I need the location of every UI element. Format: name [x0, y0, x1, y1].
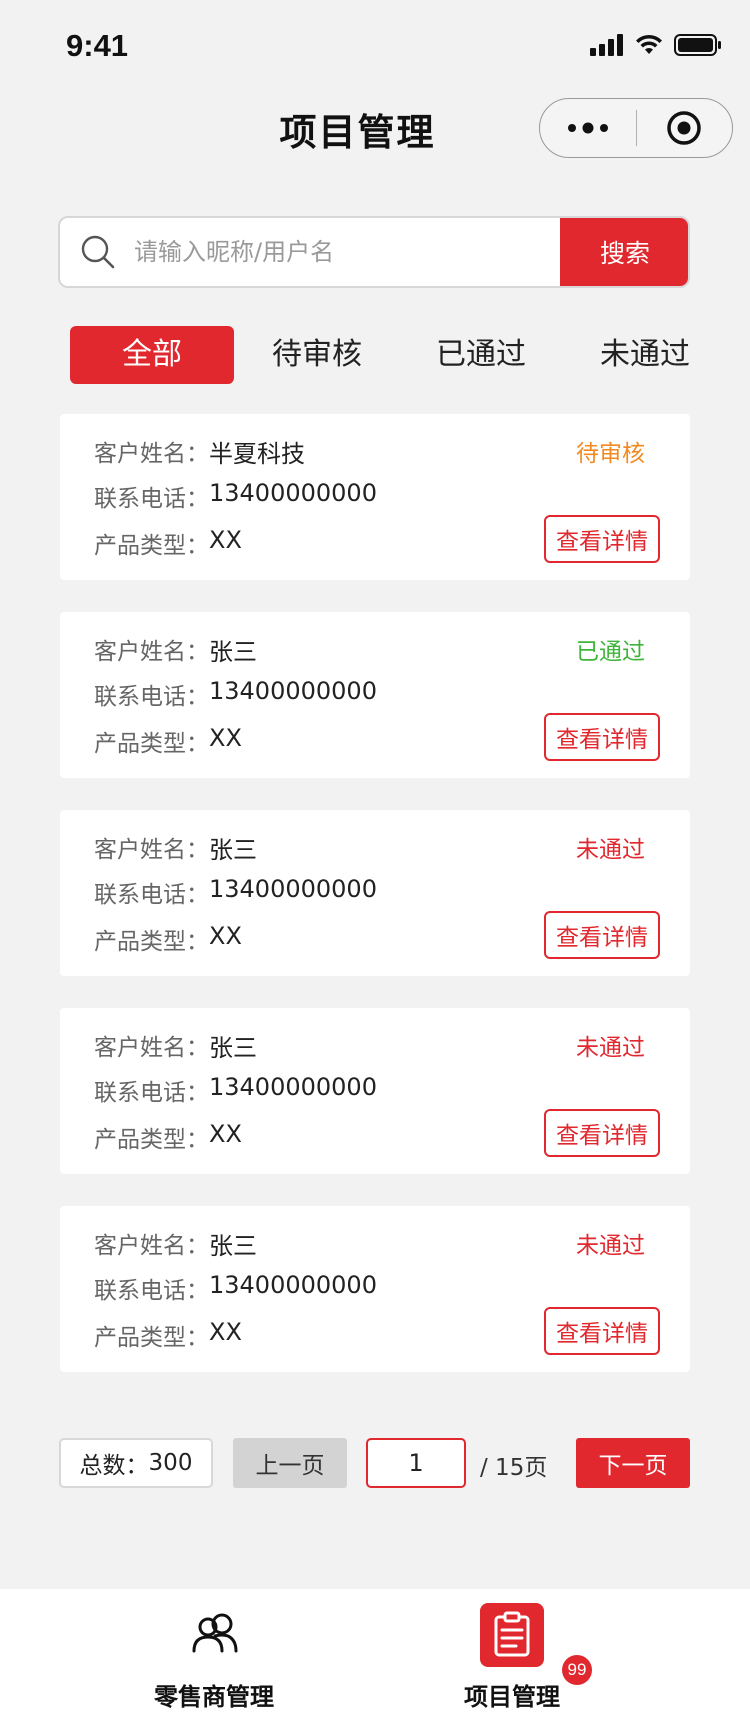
customer-name-value: 张三 — [209, 638, 257, 666]
tab-approved[interactable]: 已通过 — [416, 326, 546, 384]
project-card: 客户姓名： 半夏科技 联系电话： 13400000000 产品类型： XX 待审… — [60, 414, 690, 580]
tab-rejected[interactable]: 未通过 — [580, 326, 710, 384]
phone-row: 联系电话： 13400000000 — [94, 479, 377, 513]
product-type-value: XX — [209, 1318, 242, 1346]
project-card: 客户姓名： 张三 联系电话： 13400000000 产品类型： XX 未通过 … — [60, 810, 690, 976]
count-badge: 99 — [562, 1655, 592, 1685]
clipboard-icon — [480, 1603, 544, 1667]
view-detail-button[interactable]: 查看详情 — [544, 911, 660, 959]
phone-label: 联系电话： — [94, 486, 209, 512]
phone-value: 13400000000 — [209, 1271, 377, 1299]
phone-value: 13400000000 — [209, 479, 377, 507]
phone-label: 联系电话： — [94, 1080, 209, 1106]
status-bar: 9:41 — [0, 0, 750, 96]
users-icon — [182, 1603, 246, 1667]
phone-value: 13400000000 — [209, 1073, 377, 1101]
view-detail-button[interactable]: 查看详情 — [544, 515, 660, 563]
view-detail-button[interactable]: 查看详情 — [544, 713, 660, 761]
product-type-label: 产品类型： — [94, 1127, 209, 1153]
tab-all[interactable]: 全部 — [70, 326, 234, 384]
customer-name-label: 客户姓名： — [94, 1035, 209, 1061]
customer-name-row: 客户姓名： 张三 — [94, 1028, 257, 1063]
search-bar: 搜索 — [58, 216, 690, 288]
phone-label: 联系电话： — [94, 1278, 209, 1304]
customer-name-value: 半夏科技 — [209, 440, 305, 468]
customer-name-value: 张三 — [209, 836, 257, 864]
phone-row: 联系电话： 13400000000 — [94, 1073, 377, 1107]
project-card: 客户姓名： 张三 联系电话： 13400000000 产品类型： XX 已通过 … — [60, 612, 690, 778]
product-type-value: XX — [209, 724, 242, 752]
tabbar-item-project[interactable]: 项目管理 — [392, 1589, 632, 1719]
view-detail-button[interactable]: 查看详情 — [544, 1307, 660, 1355]
prev-page-button[interactable]: 上一页 — [233, 1438, 347, 1488]
page-total: / 15页 — [480, 1455, 548, 1481]
target-icon — [667, 111, 701, 145]
signal-icon — [590, 34, 623, 56]
wifi-icon — [636, 34, 662, 54]
product-type-value: XX — [209, 922, 242, 950]
customer-name-label: 客户姓名： — [94, 1233, 209, 1259]
product-type-label: 产品类型： — [94, 731, 209, 757]
status-badge: 已通过 — [576, 639, 645, 665]
view-detail-button[interactable]: 查看详情 — [544, 1109, 660, 1157]
tab-pending[interactable]: 待审核 — [252, 326, 382, 384]
phone-value: 13400000000 — [209, 677, 377, 705]
phone-row: 联系电话： 13400000000 — [94, 677, 377, 711]
pagination: 总数： 300 上一页 / 15页 下一页 — [0, 1438, 750, 1488]
mini-program-capsule — [539, 98, 733, 158]
status-badge: 未通过 — [576, 837, 645, 863]
product-type-row: 产品类型： XX — [94, 724, 242, 758]
product-type-label: 产品类型： — [94, 533, 209, 559]
phone-label: 联系电话： — [94, 882, 209, 908]
product-type-row: 产品类型： XX — [94, 922, 242, 956]
customer-name-row: 客户姓名： 张三 — [94, 830, 257, 865]
phone-value: 13400000000 — [209, 875, 377, 903]
product-type-row: 产品类型： XX — [94, 1318, 242, 1352]
product-type-label: 产品类型： — [94, 1325, 209, 1351]
phone-row: 联系电话： 13400000000 — [94, 875, 377, 909]
customer-name-value: 张三 — [209, 1034, 257, 1062]
status-tabs: 全部 待审核 已通过 未通过 — [70, 326, 710, 384]
project-card: 客户姓名： 张三 联系电话： 13400000000 产品类型： XX 未通过 … — [60, 1008, 690, 1174]
battery-icon — [674, 34, 721, 56]
total-label: 总数： — [79, 1453, 149, 1479]
customer-name-row: 客户姓名： 半夏科技 — [94, 434, 305, 469]
tabbar-label-retailer: 零售商管理 — [154, 1683, 274, 1711]
status-badge: 未通过 — [576, 1035, 645, 1061]
status-time: 9:41 — [66, 28, 129, 63]
search-icon — [81, 235, 115, 269]
product-type-label: 产品类型： — [94, 929, 209, 955]
customer-name-label: 客户姓名： — [94, 639, 209, 665]
search-input[interactable] — [134, 218, 534, 286]
search-button[interactable]: 搜索 — [560, 218, 688, 286]
customer-name-value: 张三 — [209, 1232, 257, 1260]
status-badge: 待审核 — [576, 441, 645, 467]
nav-bar: 项目管理 — [0, 96, 750, 160]
status-icons — [590, 34, 722, 56]
tabbar-item-retailer[interactable]: 零售商管理 — [94, 1589, 334, 1719]
project-card: 客户姓名： 张三 联系电话： 13400000000 产品类型： XX 未通过 … — [60, 1206, 690, 1372]
customer-name-label: 客户姓名： — [94, 837, 209, 863]
status-badge: 未通过 — [576, 1233, 645, 1259]
more-dots-icon — [567, 122, 608, 134]
product-type-row: 产品类型： XX — [94, 526, 242, 560]
bottom-tab-bar: 零售商管理 项目管理 — [0, 1589, 750, 1719]
phone-label: 联系电话： — [94, 684, 209, 710]
customer-name-row: 客户姓名： 张三 — [94, 632, 257, 667]
tabbar-label-project: 项目管理 — [464, 1683, 560, 1711]
product-type-value: XX — [209, 526, 242, 554]
close-program-button[interactable] — [637, 99, 733, 157]
customer-name-row: 客户姓名： 张三 — [94, 1226, 257, 1261]
customer-name-label: 客户姓名： — [94, 441, 209, 467]
more-button[interactable] — [540, 99, 636, 157]
total-count: 总数： 300 — [59, 1438, 213, 1488]
total-value: 300 — [148, 1450, 193, 1476]
next-page-button[interactable]: 下一页 — [576, 1438, 690, 1488]
phone-row: 联系电话： 13400000000 — [94, 1271, 377, 1305]
product-type-value: XX — [209, 1120, 242, 1148]
page-number-input[interactable] — [366, 1438, 466, 1488]
product-type-row: 产品类型： XX — [94, 1120, 242, 1154]
